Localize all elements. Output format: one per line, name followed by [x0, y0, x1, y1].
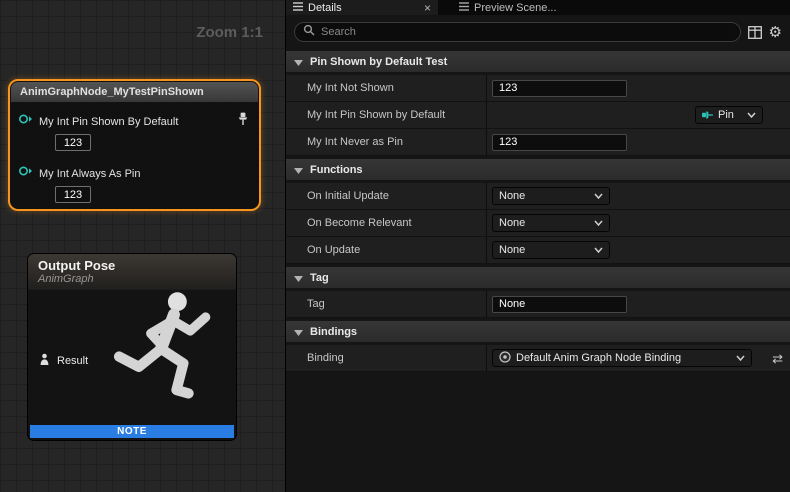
chevron-down-icon	[594, 247, 603, 253]
result-pin-label: Result	[57, 355, 88, 367]
pin-int-value-field[interactable]	[55, 186, 91, 203]
thumbtack-pin-icon[interactable]	[237, 112, 249, 131]
node-pin-row: My Int Always As Pin	[11, 164, 258, 183]
chevron-down-icon	[747, 112, 756, 118]
section-header[interactable]: Pin Shown by Default Test	[286, 51, 790, 72]
chevron-down-icon	[294, 161, 303, 179]
anim-graph-node-selected[interactable]: AnimGraphNode_MyTestPinShown My Int Pin …	[8, 79, 261, 211]
property-row-my-int-pin-shown-by-default: My Int Pin Shown by Default	[286, 102, 790, 129]
section-tag: Tag Tag	[286, 267, 790, 318]
on-initial-update-dropdown[interactable]: None	[492, 187, 610, 205]
property-row-tag: Tag	[286, 291, 790, 318]
anim-graph-canvas[interactable]: Zoom 1:1 AnimGraphNode_MyTestPinShown My…	[0, 0, 285, 492]
tab-label: Details	[308, 2, 342, 14]
chevron-down-icon	[294, 323, 303, 341]
mannequin-thumbnail	[81, 282, 236, 437]
reset-to-default-icon[interactable]: ⇄	[772, 352, 783, 365]
zoom-level-indicator: Zoom 1:1	[196, 24, 263, 41]
pin-visibility-dropdown[interactable]: Pin	[695, 106, 763, 124]
tab-label: Preview Scene...	[474, 2, 557, 14]
section-pin-shown-by-default-test: Pin Shown by Default Test My Int Not Sho…	[286, 51, 790, 156]
settings-gear-icon[interactable]: ⚙	[769, 25, 782, 40]
section-bindings: Bindings Binding Default Anim Graph Node…	[286, 321, 790, 372]
pin-label: My Int Always As Pin	[39, 168, 140, 180]
data-pin-icon[interactable]	[18, 112, 33, 131]
node-title[interactable]: AnimGraphNode_MyTestPinShown	[11, 82, 258, 102]
property-row-on-update: On Update None	[286, 237, 790, 264]
node-title: Output Pose	[38, 258, 236, 273]
data-pin-icon[interactable]	[18, 164, 33, 183]
pin-label: My Int Pin Shown By Default	[39, 116, 178, 128]
my-int-never-as-pin-field[interactable]	[492, 134, 627, 151]
node-subtitle: AnimGraph	[38, 273, 236, 285]
chevron-down-icon	[594, 220, 603, 226]
details-toolbar: ⚙	[286, 15, 790, 48]
close-icon[interactable]: ×	[424, 2, 431, 14]
result-pin[interactable]: Result	[38, 353, 88, 369]
panel-tab-bar: Details × Preview Scene...	[286, 0, 790, 15]
binding-class-icon	[499, 351, 511, 366]
chevron-down-icon	[736, 355, 745, 361]
node-pin-row: My Int Pin Shown By Default	[11, 112, 258, 131]
details-tab-icon	[293, 1, 303, 14]
on-update-dropdown[interactable]: None	[492, 241, 610, 259]
binding-class-dropdown[interactable]: Default Anim Graph Node Binding	[492, 349, 752, 367]
my-int-not-shown-field[interactable]	[492, 80, 627, 97]
note-banner: NOTE	[30, 425, 234, 438]
section-header[interactable]: Bindings	[286, 321, 790, 342]
search-icon	[303, 23, 315, 41]
search-input[interactable]	[321, 26, 732, 38]
property-row-on-initial-update: On Initial Update None	[286, 183, 790, 210]
property-row-binding: Binding Default Anim Graph Node Binding	[286, 345, 790, 372]
chevron-down-icon	[294, 269, 303, 287]
chevron-down-icon	[594, 193, 603, 199]
section-functions: Functions On Initial Update None On Beco…	[286, 159, 790, 264]
property-row-on-become-relevant: On Become Relevant None	[286, 210, 790, 237]
pin-int-value-field[interactable]	[55, 134, 91, 151]
output-pose-node[interactable]: Output Pose AnimGraph	[27, 253, 237, 441]
output-pose-node-header[interactable]: Output Pose AnimGraph	[28, 254, 236, 290]
tab-preview-scene[interactable]: Preview Scene...	[452, 0, 564, 15]
preview-scene-tab-icon	[459, 1, 469, 14]
tag-field[interactable]	[492, 296, 627, 313]
section-header[interactable]: Functions	[286, 159, 790, 180]
details-panel: Details × Preview Scene...	[285, 0, 790, 492]
property-row-my-int-never-as-pin: My Int Never as Pin	[286, 129, 790, 156]
tab-details[interactable]: Details ×	[286, 0, 438, 15]
pose-pin-icon	[38, 353, 51, 369]
display-filter-grid-icon[interactable]	[748, 26, 762, 39]
section-header[interactable]: Tag	[286, 267, 790, 288]
property-row-my-int-not-shown: My Int Not Shown	[286, 75, 790, 102]
chevron-down-icon	[294, 53, 303, 71]
on-become-relevant-dropdown[interactable]: None	[492, 214, 610, 232]
search-box[interactable]	[294, 22, 741, 42]
pin-icon	[702, 110, 714, 121]
